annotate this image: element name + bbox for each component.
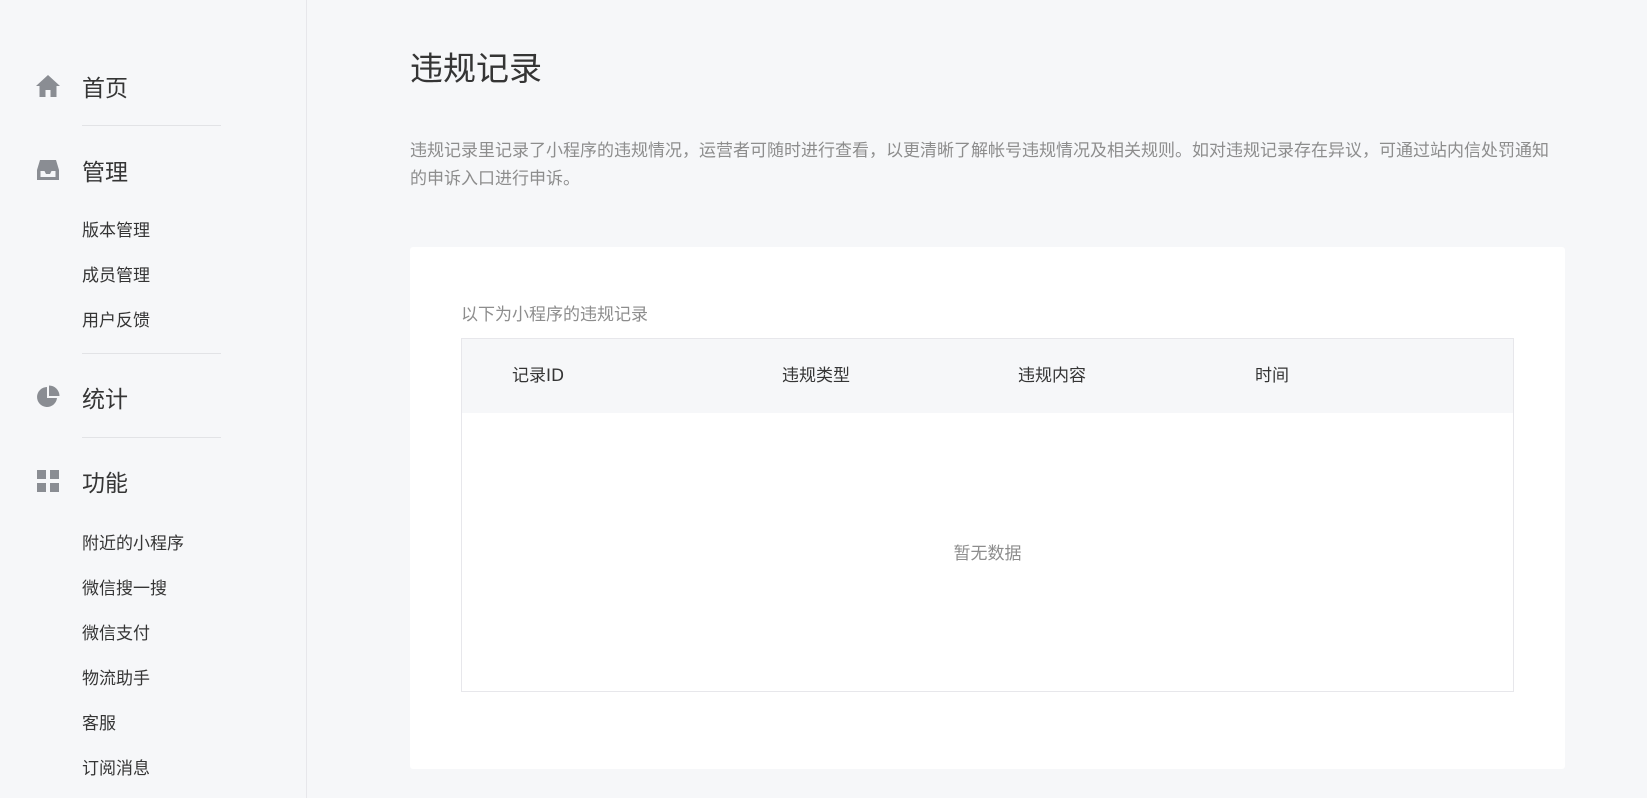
nav-manage[interactable]: 管理 [0,150,307,190]
nav-home-label: 首页 [82,76,128,102]
nav-section-home: 首页 [0,66,307,106]
sidebar-item-wechat-search[interactable]: 微信搜一搜 [82,567,307,612]
nav-features-sub: 附近的小程序 微信搜一搜 微信支付 物流助手 客服 订阅消息 [82,522,307,792]
sidebar-item-wechat-pay[interactable]: 微信支付 [82,612,307,657]
sidebar: 首页 管理 版本管理 成员管理 用户反馈 统计 功能 附近的小程序 微信搜一搜 … [0,0,307,798]
nav-manage-label: 管理 [82,160,128,186]
column-header-time: 时间 [1255,366,1289,386]
grid-icon [35,468,61,494]
divider [82,437,221,438]
nav-section-features: 功能 附近的小程序 微信搜一搜 微信支付 物流助手 客服 订阅消息 [0,461,307,792]
records-card: 以下为小程序的违规记录 记录ID 违规类型 违规内容 时间 暂无数据 [410,247,1565,769]
column-header-violation-type: 违规类型 [782,366,850,386]
column-header-violation-content: 违规内容 [1018,366,1086,386]
divider [82,125,221,126]
nav-section-manage: 管理 版本管理 成员管理 用户反馈 [0,150,307,344]
sidebar-item-version-management[interactable]: 版本管理 [82,209,307,254]
page-description: 违规记录里记录了小程序的违规情况，运营者可随时进行查看，以更清晰了解帐号违规情况… [410,141,1549,189]
sidebar-item-logistics-assistant[interactable]: 物流助手 [82,657,307,702]
violation-records-table: 记录ID 违规类型 违规内容 时间 暂无数据 [461,338,1514,692]
divider [82,353,221,354]
nav-stats-label: 统计 [82,387,128,413]
nav-stats[interactable]: 统计 [0,377,307,417]
sidebar-item-member-management[interactable]: 成员管理 [82,254,307,299]
nav-features[interactable]: 功能 [0,461,307,501]
pie-chart-icon [35,384,61,410]
sidebar-item-user-feedback[interactable]: 用户反馈 [82,299,307,344]
nav-home[interactable]: 首页 [0,66,307,106]
sidebar-item-nearby-miniprogram[interactable]: 附近的小程序 [82,522,307,567]
sidebar-item-customer-service[interactable]: 客服 [82,702,307,747]
home-icon [35,73,61,99]
table-header: 记录ID 违规类型 违规内容 时间 [462,339,1513,413]
empty-state-text: 暂无数据 [953,544,1022,564]
page-title: 违规记录 [410,49,542,88]
sidebar-item-subscribe-messages[interactable]: 订阅消息 [82,747,307,792]
inbox-icon [35,157,61,183]
column-header-record-id: 记录ID [512,366,565,386]
nav-manage-sub: 版本管理 成员管理 用户反馈 [82,209,307,344]
card-caption: 以下为小程序的违规记录 [461,305,648,325]
nav-features-label: 功能 [82,471,128,497]
nav-section-stats: 统计 [0,377,307,417]
